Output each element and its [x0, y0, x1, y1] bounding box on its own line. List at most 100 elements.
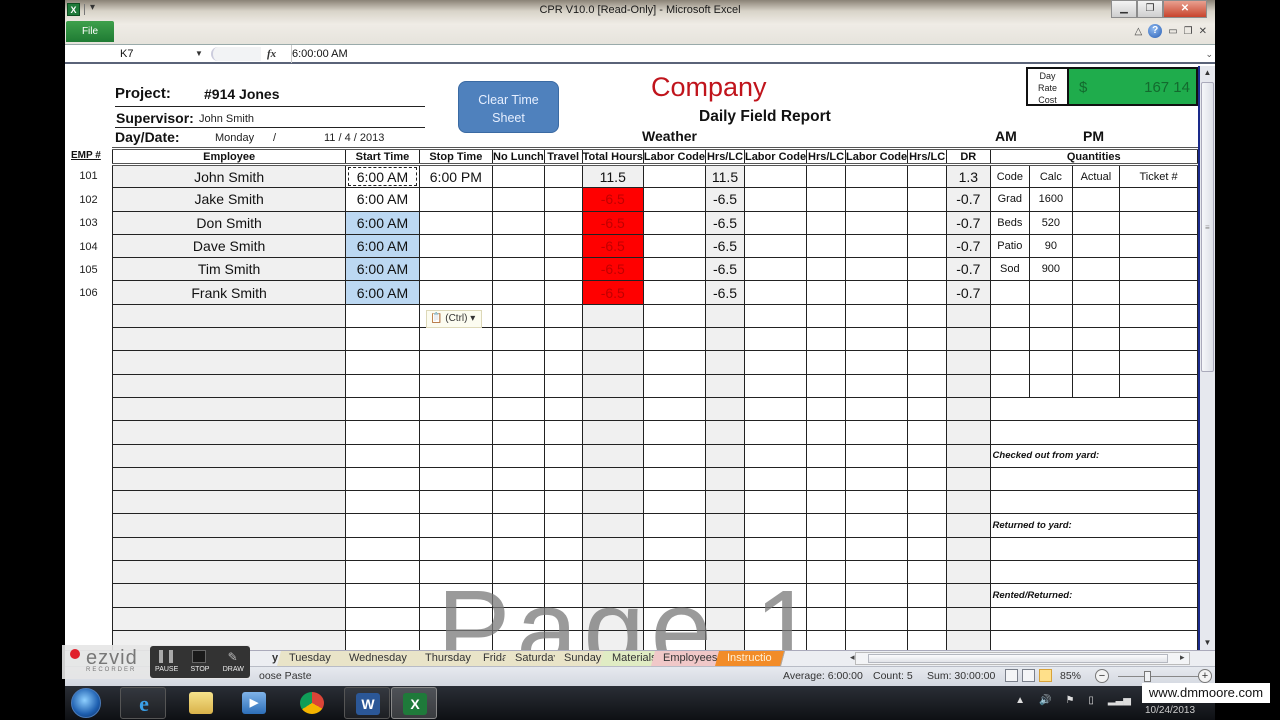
hrs-lc-cell[interactable] [705, 303, 745, 329]
total-hours-cell[interactable] [581, 513, 644, 538]
total-hours-cell[interactable] [581, 420, 644, 445]
yard-label[interactable]: Checked out from yard: [989, 443, 1198, 468]
hrs-lc-cell[interactable]: 11.5 [705, 163, 745, 189]
zoom-slider-thumb[interactable] [1144, 671, 1151, 682]
hrs-lc-cell[interactable] [907, 280, 948, 305]
scroll-down-icon[interactable]: ▼ [1200, 636, 1215, 650]
start-time-cell[interactable] [345, 327, 420, 352]
hrs-lc-cell[interactable] [907, 373, 948, 398]
quantity-code-cell[interactable] [989, 280, 1031, 305]
employee-cell[interactable] [111, 327, 347, 352]
no-lunch-cell[interactable] [492, 163, 545, 189]
ticket-number-cell[interactable] [1119, 373, 1198, 398]
stop-time-cell[interactable] [418, 420, 494, 445]
start-time-cell[interactable]: 6:00 AM [345, 210, 420, 235]
start-time-cell[interactable] [345, 373, 420, 398]
hrs-lc-cell[interactable] [907, 396, 948, 422]
day-rate-cost-value[interactable]: $ 167 14 [1069, 67, 1198, 106]
quantity-code-cell[interactable]: Beds [989, 210, 1031, 235]
labor-code-cell[interactable] [845, 257, 909, 282]
hrs-lc-cell[interactable] [806, 560, 847, 585]
stop-time-cell[interactable] [418, 536, 494, 562]
hrs-lc-cell[interactable] [806, 513, 847, 538]
start-time-cell[interactable] [345, 443, 420, 468]
employee-cell[interactable]: Don Smith [111, 210, 347, 235]
quantities-subheader[interactable]: Actual [1071, 163, 1121, 189]
labor-code-cell[interactable] [743, 280, 808, 305]
labor-code-cell[interactable] [743, 396, 808, 422]
total-hours-cell[interactable]: -6.5 [581, 210, 644, 235]
start-time-cell[interactable] [345, 560, 420, 585]
hrs-lc-cell[interactable] [705, 420, 745, 445]
taskbar-media-player[interactable]: ▶ [231, 687, 277, 719]
zoom-level[interactable]: 85% [1060, 670, 1081, 682]
no-lunch-cell[interactable] [492, 280, 545, 305]
ticket-number-cell[interactable] [1119, 233, 1198, 259]
labor-code-cell[interactable] [743, 443, 808, 468]
hrs-lc-cell[interactable] [705, 350, 745, 375]
tab-scroll-left-icon[interactable]: ◂ [850, 652, 855, 663]
total-hours-cell[interactable] [581, 560, 644, 585]
stop-button[interactable]: STOP [183, 646, 216, 678]
page-layout-view-icon[interactable] [1022, 669, 1035, 682]
labor-code-cell[interactable] [743, 490, 808, 515]
stop-time-cell[interactable] [418, 629, 494, 650]
no-lunch-cell[interactable] [492, 257, 545, 282]
hrs-lc-cell[interactable]: -6.5 [705, 210, 745, 235]
stop-time-cell[interactable] [418, 396, 494, 422]
travel-cell[interactable] [543, 490, 583, 515]
quantity-actual-cell[interactable] [1071, 257, 1121, 282]
taskbar-excel[interactable]: X [391, 687, 437, 719]
labor-code-cell[interactable] [845, 233, 909, 259]
labor-code-cell[interactable] [743, 513, 808, 538]
ticket-number-cell[interactable] [1119, 327, 1198, 352]
labor-code-cell[interactable] [743, 606, 808, 631]
yard-notes-cell[interactable] [989, 420, 1198, 445]
hrs-lc-cell[interactable] [907, 513, 948, 538]
hrs-lc-cell[interactable] [907, 606, 948, 631]
hrs-lc-cell[interactable] [907, 629, 948, 650]
labor-code-cell[interactable] [743, 420, 808, 445]
pause-button[interactable]: PAUSE [150, 646, 183, 678]
quantity-actual-cell[interactable] [1071, 327, 1121, 352]
quantity-code-cell[interactable]: Patio [989, 233, 1031, 259]
labor-code-cell[interactable] [845, 629, 909, 650]
quantity-actual-cell[interactable] [1071, 350, 1121, 375]
labor-code-cell[interactable] [845, 536, 909, 562]
labor-code-cell[interactable] [845, 560, 909, 585]
stop-time-cell[interactable] [418, 350, 494, 375]
hrs-lc-cell[interactable] [907, 327, 948, 352]
dr-cell[interactable] [946, 327, 991, 352]
hrs-lc-cell[interactable] [907, 257, 948, 282]
employee-cell[interactable]: Jake Smith [111, 187, 347, 212]
taskbar-internet-explorer[interactable]: e [120, 687, 166, 719]
quantity-code-cell[interactable]: Grad [989, 187, 1031, 212]
labor-code-cell[interactable] [642, 233, 707, 259]
hrs-lc-cell[interactable] [907, 466, 948, 492]
horizontal-scrollbar[interactable] [855, 652, 1190, 665]
no-lunch-cell[interactable] [492, 513, 545, 538]
travel-cell[interactable] [543, 466, 583, 492]
hrs-lc-cell[interactable] [806, 210, 847, 235]
quantity-actual-cell[interactable] [1071, 373, 1121, 398]
stop-time-cell[interactable] [418, 233, 494, 259]
labor-code-cell[interactable] [845, 490, 909, 515]
dr-cell[interactable]: -0.7 [946, 187, 991, 212]
stop-time-cell[interactable] [418, 187, 494, 212]
start-time-cell[interactable] [345, 513, 420, 538]
start-time-cell[interactable] [345, 350, 420, 375]
ticket-number-cell[interactable] [1119, 350, 1198, 375]
hrs-lc-cell[interactable] [705, 396, 745, 422]
dr-cell[interactable] [946, 629, 991, 650]
hrs-lc-cell[interactable] [907, 210, 948, 235]
stop-time-cell[interactable] [418, 583, 494, 608]
employee-cell[interactable] [111, 583, 347, 608]
quantity-code-cell[interactable]: Sod [989, 257, 1031, 282]
start-time-cell[interactable] [345, 490, 420, 515]
labor-code-cell[interactable] [845, 513, 909, 538]
total-hours-cell[interactable] [581, 327, 644, 352]
labor-code-cell[interactable] [642, 396, 707, 422]
labor-code-cell[interactable] [845, 210, 909, 235]
total-hours-cell[interactable]: -6.5 [581, 187, 644, 212]
total-hours-cell[interactable]: 11.5 [581, 163, 644, 189]
